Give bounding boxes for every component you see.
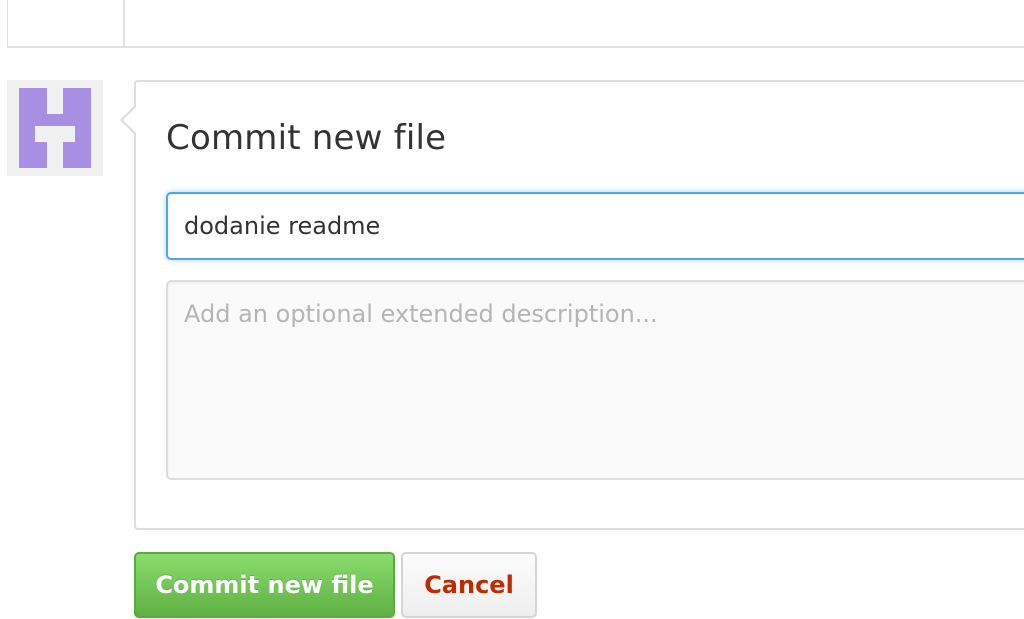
commit-new-file-button[interactable]: Commit new file <box>134 552 395 618</box>
commit-form-title: Commit new file <box>166 118 447 158</box>
table-column-divider <box>123 0 125 46</box>
identicon-avatar-icon <box>7 80 103 176</box>
commit-page: Commit new file Commit new file Cancel <box>0 0 1024 619</box>
avatar[interactable] <box>7 80 103 176</box>
commit-description-textarea[interactable] <box>166 280 1024 480</box>
panel-pointer <box>123 106 137 134</box>
cancel-button[interactable]: Cancel <box>401 552 537 618</box>
file-editor-table-edge <box>7 0 1024 48</box>
commit-summary-input[interactable] <box>166 192 1024 260</box>
